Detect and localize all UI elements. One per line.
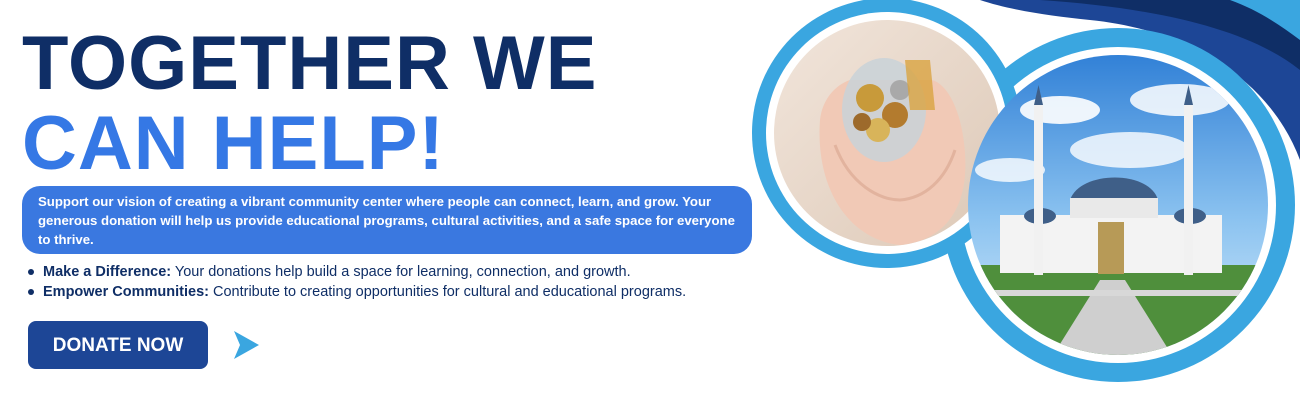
benefit-text: Your donations help build a space for le… (171, 264, 631, 280)
headline: TOGETHER WE CAN HELP! (22, 26, 597, 182)
benefit-title: Empower Communities: (43, 284, 209, 300)
mosque-photo (968, 55, 1268, 355)
coin-jar-photo (774, 20, 1000, 246)
headline-line-1: TOGETHER WE (22, 21, 598, 106)
benefits-list: Make a Difference: Your donations help b… (22, 262, 686, 302)
intro-banner: Support our vision of creating a vibrant… (22, 186, 752, 254)
arrow-right-icon[interactable] (230, 328, 262, 362)
corner-swoosh-shapes (980, 0, 1300, 160)
benefit-item-difference: Make a Difference: Your donations help b… (22, 262, 686, 282)
headline-line-2: CAN HELP! (22, 101, 445, 186)
benefit-text: Contribute to creating opportunities for… (208, 284, 687, 300)
benefit-title: Make a Difference: (43, 264, 172, 280)
benefit-item-communities: Empower Communities: Contribute to creat… (22, 282, 686, 302)
donate-now-button[interactable]: DONATE NOW (28, 321, 208, 369)
